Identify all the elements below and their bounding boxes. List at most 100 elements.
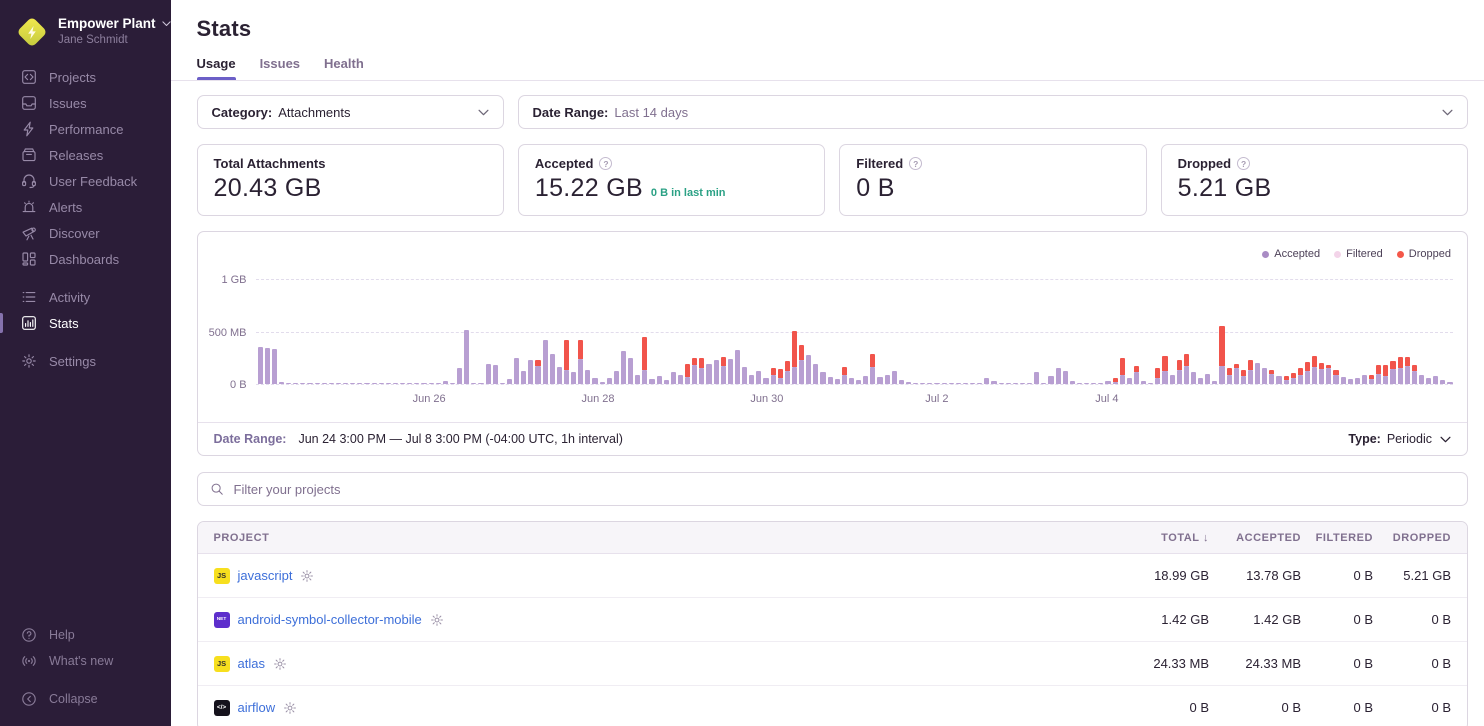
tab-health[interactable]: Health xyxy=(324,56,364,80)
chart-bar xyxy=(1355,378,1360,384)
sidebar-item-dashboards[interactable]: Dashboards xyxy=(0,246,171,272)
sidebar-nav-footer: HelpWhat's new Collapse xyxy=(0,622,171,712)
project-link[interactable]: atlas xyxy=(238,656,265,671)
accepted-segment xyxy=(899,380,904,384)
project-search-input[interactable] xyxy=(232,481,1455,498)
chart-bar xyxy=(1091,383,1096,384)
chart-bar xyxy=(1134,366,1139,384)
filtered-value: 0 B xyxy=(1301,568,1373,583)
chart-bar xyxy=(507,379,512,384)
chart-bar xyxy=(1084,383,1089,384)
sidebar-item-activity[interactable]: Activity xyxy=(0,284,171,310)
sidebar-item-discover[interactable]: Discover xyxy=(0,220,171,246)
legend-item-accepted[interactable]: Accepted xyxy=(1262,248,1320,260)
accepted-segment xyxy=(414,383,419,384)
sidebar-item-issues[interactable]: Issues xyxy=(0,90,171,116)
category-select[interactable]: Category: Attachments xyxy=(197,95,504,129)
sidebar-item-settings[interactable]: Settings xyxy=(0,348,171,374)
dropped-segment xyxy=(1291,373,1296,378)
sidebar-item-releases[interactable]: Releases xyxy=(0,142,171,168)
sidebar-item-label: Issues xyxy=(49,96,87,111)
org-switcher[interactable]: Empower Plant Jane Schmidt xyxy=(0,16,171,47)
sidebar-item-help[interactable]: Help xyxy=(0,622,171,648)
dropped-segment xyxy=(1298,368,1303,375)
gear-icon[interactable] xyxy=(430,613,444,627)
dropped-segment xyxy=(1269,370,1274,374)
accepted-segment xyxy=(407,383,412,384)
accepted-segment xyxy=(372,383,377,384)
sidebar-item-projects[interactable]: Projects xyxy=(0,64,171,90)
help-icon xyxy=(21,627,37,643)
accepted-segment xyxy=(1348,379,1353,384)
sidebar-item-collapse[interactable]: Collapse xyxy=(0,686,171,712)
chart-bar xyxy=(1248,360,1253,384)
help-icon[interactable]: ? xyxy=(599,157,612,170)
accepted-segment xyxy=(585,370,590,384)
dropped-value: 0 B xyxy=(1373,612,1451,627)
gear-icon[interactable] xyxy=(273,657,287,671)
accepted-segment xyxy=(820,372,825,384)
accepted-segment xyxy=(970,383,975,384)
project-link[interactable]: android-symbol-collector-mobile xyxy=(238,612,422,627)
accepted-segment xyxy=(1398,368,1403,384)
accepted-segment xyxy=(1419,375,1424,384)
accepted-segment xyxy=(942,383,947,384)
accepted-segment xyxy=(450,383,455,384)
dropped-segment xyxy=(1227,368,1232,375)
filter-row: Category: Attachments Date Range: Last 1… xyxy=(197,95,1468,129)
chart-bar xyxy=(1426,378,1431,384)
dropped-segment xyxy=(771,368,776,374)
chart-bar xyxy=(322,383,327,384)
sidebar-item-what-s-new[interactable]: What's new xyxy=(0,648,171,674)
chart-footer: Date Range: Jun 24 3:00 PM — Jul 8 3:00 … xyxy=(198,422,1467,455)
dropped-segment xyxy=(1184,354,1189,367)
gear-icon[interactable] xyxy=(300,569,314,583)
project-link[interactable]: airflow xyxy=(238,700,276,715)
chart-type-select[interactable]: Type: Periodic xyxy=(1348,432,1451,446)
score-card-title: Filtered? xyxy=(856,156,1129,171)
chart-bar xyxy=(899,380,904,384)
chart-bar xyxy=(1333,370,1338,384)
chart-bar xyxy=(642,337,647,384)
sidebar-item-user-feedback[interactable]: User Feedback xyxy=(0,168,171,194)
date-range-select[interactable]: Date Range: Last 14 days xyxy=(518,95,1468,129)
dropped-segment xyxy=(1405,357,1410,366)
x-axis-tick: Jun 26 xyxy=(413,393,446,405)
chart-bar xyxy=(614,371,619,384)
stats-icon xyxy=(21,315,37,331)
accepted-segment xyxy=(977,383,982,384)
accepted-segment xyxy=(571,372,576,384)
sidebar-item-performance[interactable]: Performance xyxy=(0,116,171,142)
accepted-segment xyxy=(885,375,890,384)
sidebar-item-label: Alerts xyxy=(49,200,82,215)
accepted-segment xyxy=(564,370,569,384)
accepted-segment xyxy=(714,360,719,384)
column-header-total[interactable]: TOTAL ↓ xyxy=(1104,532,1209,544)
help-icon[interactable]: ? xyxy=(909,157,922,170)
chart-bar xyxy=(1070,381,1075,384)
legend-item-filtered[interactable]: Filtered xyxy=(1334,248,1383,260)
accepted-segment xyxy=(984,378,989,384)
chart-bar xyxy=(564,340,569,384)
score-card-filtered: Filtered?0 B xyxy=(839,144,1146,216)
sidebar-nav-primary: Projects Issues PerformanceReleasesUser Fe… xyxy=(0,64,171,272)
score-card-value-row: 5.21 GB xyxy=(1178,174,1451,203)
project-link[interactable]: javascript xyxy=(238,568,293,583)
filtered-value: 0 B xyxy=(1301,612,1373,627)
tab-usage[interactable]: Usage xyxy=(197,56,236,80)
chart-bar xyxy=(706,364,711,384)
sidebar-item-stats[interactable]: Stats xyxy=(0,310,171,336)
chart-bar xyxy=(799,345,804,384)
tab-issues[interactable]: Issues xyxy=(260,56,300,80)
accepted-segment xyxy=(1148,383,1153,384)
accepted-segment xyxy=(1155,378,1160,384)
legend-item-dropped[interactable]: Dropped xyxy=(1397,248,1451,260)
gear-icon[interactable] xyxy=(283,701,297,715)
sidebar-item-alerts[interactable]: Alerts xyxy=(0,194,171,220)
chart-bar xyxy=(1020,383,1025,384)
accepted-segment xyxy=(799,360,804,384)
accepted-segment xyxy=(436,383,441,384)
help-icon[interactable]: ? xyxy=(1237,157,1250,170)
chevron-down-icon xyxy=(478,109,489,116)
sidebar-item-label: Discover xyxy=(49,226,100,241)
